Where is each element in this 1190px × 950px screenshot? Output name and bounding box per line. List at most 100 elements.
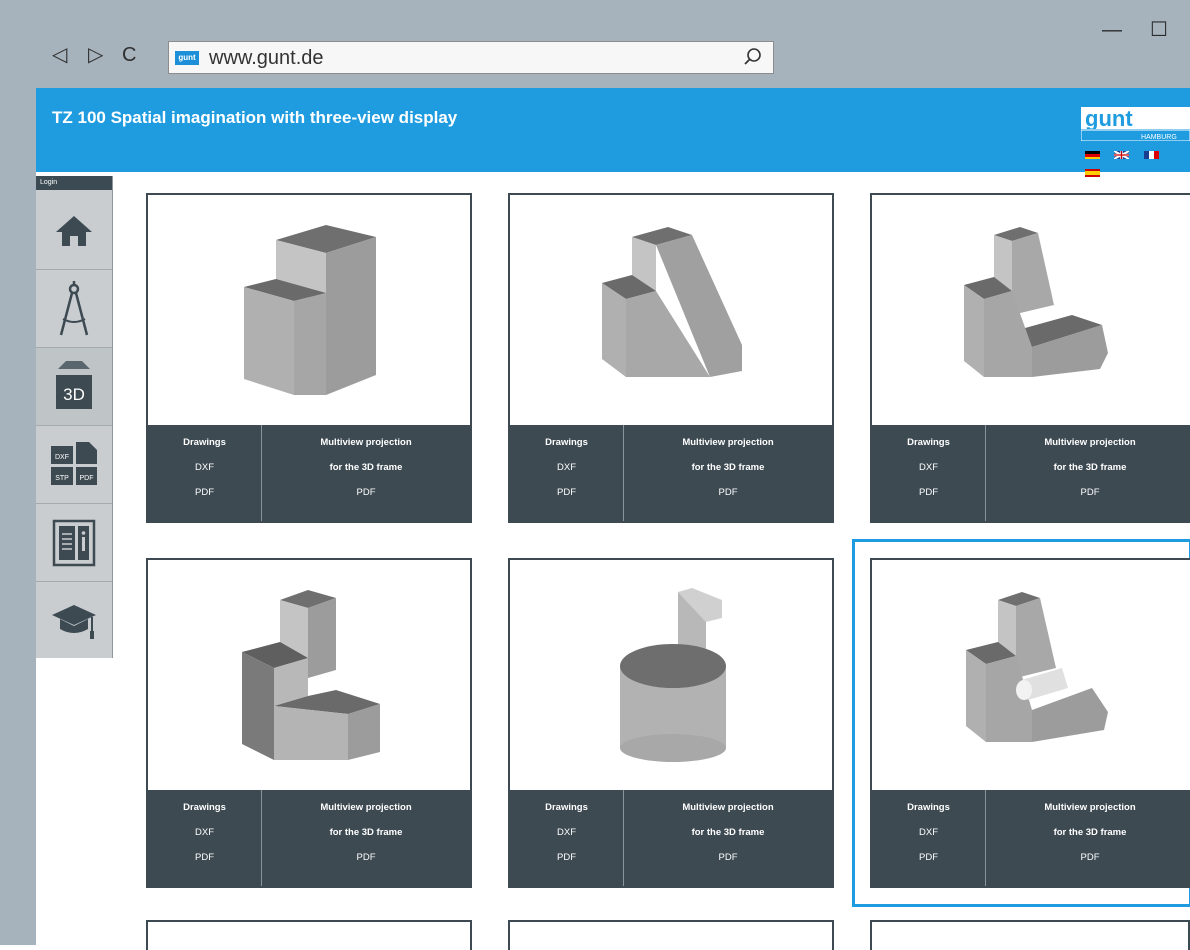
dxf-link[interactable]: DXF [510,462,623,473]
model-preview-image [242,590,380,760]
flag-fr-icon[interactable] [1143,151,1159,159]
model-card-5[interactable]: Drawings DXF PDF Multiview projection fo… [508,558,834,888]
back-icon[interactable]: ◁ [52,44,67,66]
3d-model-icon: 3D [56,360,92,409]
login-link[interactable]: Login [36,176,112,190]
pdf-label: PDF [80,475,94,482]
logo-subtext: HAMBURG [1141,134,1177,141]
flag-de-icon[interactable] [1085,151,1100,159]
sidebar-item-files[interactable]: DXF STP PDF [36,426,112,504]
projection-sublabel: for the 3D frame [1053,462,1127,473]
drawings-column: Drawings DXF PDF [872,425,986,521]
projection-sublabel: for the 3D frame [329,462,403,473]
model-card-9[interactable] [870,920,1190,950]
projection-pdf-link[interactable]: PDF [262,852,470,863]
projection-sublabel: for the 3D frame [329,827,403,838]
drawings-column: Drawings DXF PDF [872,790,986,886]
projection-pdf-link[interactable]: PDF [986,487,1190,498]
address-bar[interactable]: gunt www.gunt.de [168,41,774,74]
forward-icon[interactable]: ▷ [88,44,103,66]
maximize-button[interactable]: ☐ [1150,20,1168,40]
card-footer: Drawings DXF PDF Multiview projection fo… [510,790,832,886]
card-footer: Drawings DXF PDF Multiview projection fo… [872,425,1190,521]
card-footer: Drawings DXF PDF Multiview projection fo… [148,425,470,521]
pdf-link[interactable]: PDF [148,487,261,498]
card-footer: Drawings DXF PDF Multiview projection fo… [872,790,1190,886]
pdf-link[interactable]: PDF [510,852,623,863]
projection-pdf-link[interactable]: PDF [624,852,832,863]
projection-pdf-link[interactable]: PDF [986,852,1190,863]
projection-column: Multiview projection for the 3D frame PD… [986,790,1190,886]
projection-sublabel: for the 3D frame [691,827,765,838]
projection-label: Multiview projection [320,802,412,813]
home-icon [56,215,92,246]
url-text: www.gunt.de [209,47,324,69]
model-card-2[interactable]: Drawings DXF PDF Multiview projection fo… [508,193,834,523]
sidebar-item-training[interactable] [36,582,112,659]
drawings-label: Drawings [907,802,950,813]
minimize-button[interactable]: — [1102,20,1122,40]
graduation-cap-icon [52,604,96,639]
browser-left-frame [0,0,36,945]
projection-column: Multiview projection for the 3D frame PD… [262,425,470,521]
drawings-column: Drawings DXF PDF [148,790,262,886]
model-card-3[interactable]: Drawings DXF PDF Multiview projection fo… [870,193,1190,523]
pdf-link[interactable]: PDF [510,487,623,498]
sidebar-item-3d[interactable]: 3D [36,348,112,426]
logo-text: gunt [1085,107,1133,131]
flag-uk-icon[interactable] [1114,151,1130,159]
projection-label: Multiview projection [682,802,774,813]
pdf-link[interactable]: PDF [872,852,985,863]
sidebar-item-drawing[interactable] [36,270,112,348]
projection-sublabel: for the 3D frame [1053,827,1127,838]
projection-pdf-link[interactable]: PDF [624,487,832,498]
dxf-link[interactable]: DXF [148,827,261,838]
projection-pdf-link[interactable]: PDF [262,487,470,498]
projection-column: Multiview projection for the 3D frame PD… [624,425,832,521]
dxf-link[interactable]: DXF [510,827,623,838]
flag-es-icon[interactable] [1085,169,1100,177]
stp-label: STP [55,475,69,482]
drawings-label: Drawings [183,437,226,448]
language-flags [1085,151,1190,187]
projection-column: Multiview projection for the 3D frame PD… [262,790,470,886]
model-preview-image [966,592,1108,742]
drawings-label: Drawings [545,437,588,448]
model-card-8[interactable] [508,920,834,950]
pdf-link[interactable]: PDF [148,852,261,863]
dxf-link[interactable]: DXF [148,462,261,473]
model-card-1[interactable]: Drawings DXF PDF Multiview projection fo… [146,193,472,523]
model-preview-image [620,588,726,762]
drawings-label: Drawings [183,802,226,813]
dxf-link[interactable]: DXF [872,462,985,473]
file-formats-icon: DXF STP PDF [51,441,97,485]
reload-icon[interactable]: C [122,44,136,66]
projection-label: Multiview projection [1044,802,1136,813]
model-card-7[interactable] [146,920,472,950]
model-card-4[interactable]: Drawings DXF PDF Multiview projection fo… [146,558,472,888]
dxf-link[interactable]: DXF [872,827,985,838]
sidebar-item-home[interactable] [36,192,112,270]
app-header: TZ 100 Spatial imagination with three-vi… [36,88,1190,177]
pdf-link[interactable]: PDF [872,487,985,498]
sidebar-item-manual[interactable] [36,504,112,582]
page-title: TZ 100 Spatial imagination with three-vi… [52,108,458,127]
model-preview-image [244,225,376,395]
search-icon[interactable] [743,47,763,67]
drawings-column: Drawings DXF PDF [510,425,624,521]
projection-column: Multiview projection for the 3D frame PD… [986,425,1190,521]
projection-sublabel: for the 3D frame [691,462,765,473]
model-card-6[interactable]: Drawings DXF PDF Multiview projection fo… [870,558,1190,888]
drawings-label: Drawings [907,437,950,448]
model-preview-image [964,227,1108,377]
sidebar: Login 3D DXF STP PDF [36,176,113,658]
projection-label: Multiview projection [1044,437,1136,448]
card-footer: Drawings DXF PDF Multiview projection fo… [510,425,832,521]
projection-label: Multiview projection [320,437,412,448]
manual-info-icon [52,519,96,566]
3d-label: 3D [63,385,85,404]
card-footer: Drawings DXF PDF Multiview projection fo… [148,790,470,886]
projection-label: Multiview projection [682,437,774,448]
model-preview-image [602,227,742,377]
drawings-column: Drawings DXF PDF [510,790,624,886]
